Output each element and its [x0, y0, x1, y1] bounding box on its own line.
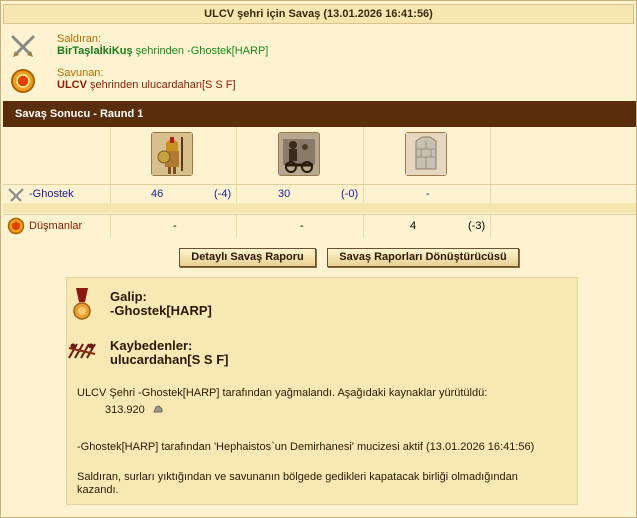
defender-label: Savunan: — [57, 67, 104, 79]
wall-icon[interactable] — [405, 132, 447, 176]
medal-icon — [73, 288, 91, 320]
attacker-player-link[interactable]: -Ghostek[HARP] — [187, 45, 268, 57]
loser-name: ulucardahan[S S F] — [110, 352, 229, 367]
report-converter-button[interactable]: Savaş Raporları Dönüştürücüsü — [327, 248, 519, 267]
battle-summary-panel: Galip: -Ghostek[HARP] Kaybedenler: uluca… — [66, 277, 578, 505]
unit-loss: (-0) — [341, 188, 359, 200]
crossed-swords-icon — [11, 35, 35, 57]
unit-count: 4 — [410, 220, 417, 232]
unit-count: 46 — [151, 188, 164, 200]
unit-count: 30 — [278, 188, 291, 200]
battle-report: ULCV şehri için Savaş (13.01.2026 16:41:… — [0, 0, 637, 518]
unit-count: - — [426, 188, 430, 200]
defender-player-link[interactable]: ulucardahan[S S F] — [141, 79, 235, 91]
crossed-swords-icon — [8, 188, 24, 202]
attacker-label: Saldıran: — [57, 33, 102, 45]
enemies-label: Düşmanlar — [29, 220, 83, 232]
row-separator — [3, 203, 636, 213]
shield-icon — [11, 69, 35, 93]
defender-mid-text: şehrinden — [86, 79, 142, 91]
defender-troops-row: Düşmanlar - - 4 (-3) — [3, 214, 636, 237]
page-title: ULCV şehri için Savaş (13.01.2026 16:41:… — [3, 4, 634, 24]
unit-icons-row — [3, 127, 636, 184]
result-reason-text-2: kazandı. — [77, 484, 119, 496]
attacker-line: BirTaşlaİkiKuş şehrinden -Ghostek[HARP] — [57, 45, 268, 57]
winner-name: -Ghostek[HARP] — [110, 303, 212, 318]
defender-line: ULCV şehrinden ulucardahan[S S F] — [57, 79, 236, 91]
attacker-mid-text: şehrinden — [132, 45, 188, 57]
result-reason-text: Saldıran, surları yıktığından ve savunan… — [77, 471, 518, 483]
wonder-text: -Ghostek[HARP] tarafından 'Hephaistos`un… — [77, 441, 535, 453]
chariot-icon[interactable] — [278, 132, 320, 176]
fallen-soldiers-icon — [68, 343, 96, 359]
unit-loss: (-3) — [468, 220, 486, 232]
result-header: Savaş Sonucu - Raund 1 — [3, 101, 636, 127]
losers-label: Kaybedenler: — [110, 338, 193, 353]
unit-count: - — [300, 220, 304, 232]
plunder-amount: 313.920 — [105, 404, 145, 416]
attacker-name-link[interactable]: -Ghostek — [29, 185, 74, 203]
plunder-text: ULCV Şehri -Ghostek[HARP] tarafından yağ… — [77, 387, 488, 399]
shield-icon — [7, 217, 25, 235]
stone-icon — [153, 405, 163, 413]
attacker-troops-row: -Ghostek 46 (-4) 30 (-0) - — [3, 184, 636, 205]
unit-count: - — [173, 220, 177, 232]
defender-village-link[interactable]: ULCV — [57, 79, 87, 91]
spartan-warrior-icon[interactable] — [151, 132, 193, 176]
unit-loss: (-4) — [214, 188, 232, 200]
detailed-report-button[interactable]: Detaylı Savaş Raporu — [179, 248, 316, 267]
attacker-village-link[interactable]: BirTaşlaİkiKuş — [57, 45, 133, 57]
winner-label: Galip: — [110, 289, 147, 304]
